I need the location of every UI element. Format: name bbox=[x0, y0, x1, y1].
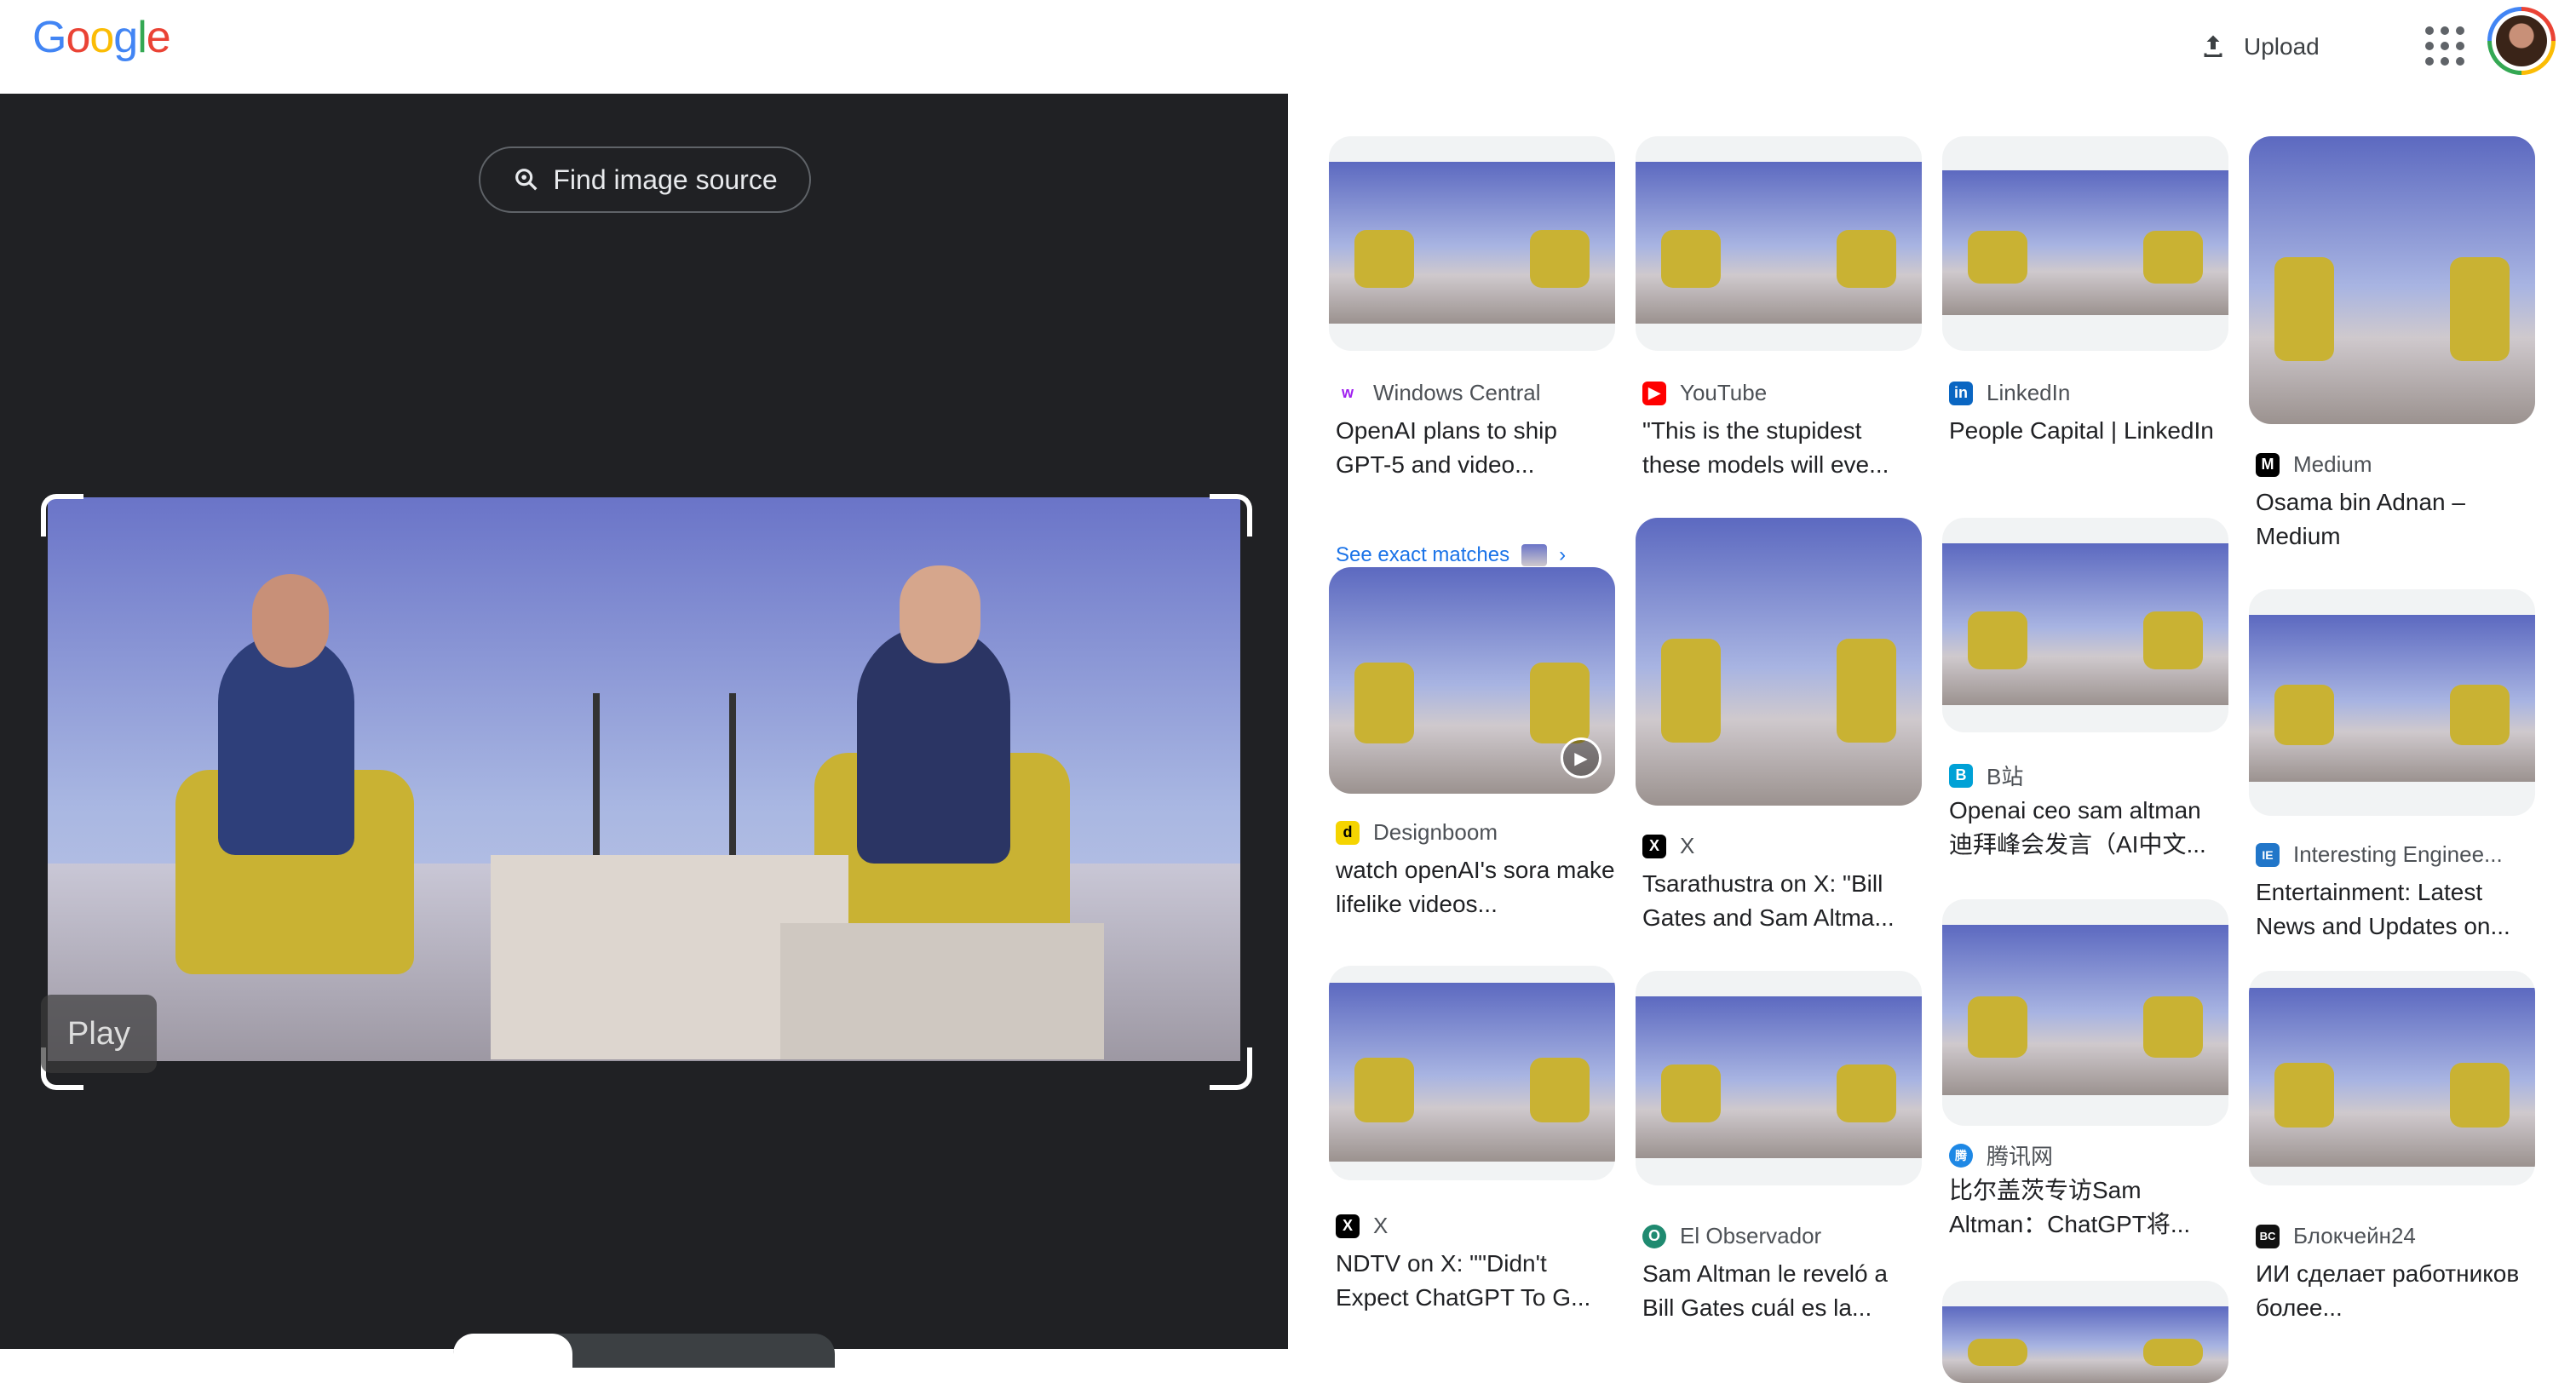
see-exact-matches-link[interactable]: See exact matches › bbox=[1336, 543, 1566, 567]
upload-icon bbox=[2204, 35, 2222, 57]
play-button[interactable]: Play bbox=[41, 995, 157, 1073]
top-bar: Google Upload bbox=[0, 0, 2576, 94]
result-source: 腾腾讯网 bbox=[1949, 1139, 2053, 1171]
result-source: in LinkedIn bbox=[1949, 380, 2070, 406]
apps-grid-icon[interactable] bbox=[2421, 22, 2469, 70]
result-title[interactable]: ИИ сделает работников более... bbox=[2256, 1257, 2537, 1325]
lens-search-icon bbox=[515, 169, 538, 191]
result-thumbnail[interactable] bbox=[2249, 136, 2535, 424]
google-logo[interactable]: Google bbox=[32, 12, 171, 63]
result-title[interactable]: People Capital | LinkedIn bbox=[1949, 414, 2230, 448]
windows-central-icon: w bbox=[1336, 381, 1360, 405]
result-thumbnail[interactable] bbox=[1329, 136, 1615, 351]
result-title[interactable]: "This is the stupidest these models will… bbox=[1642, 414, 1923, 482]
visual-matches-grid: w Windows Central OpenAI plans to ship GP… bbox=[1288, 94, 2576, 1383]
x-icon: X bbox=[1642, 834, 1666, 858]
result-title[interactable]: NDTV on X: ""Didn't Expect ChatGPT To G.… bbox=[1336, 1247, 1617, 1315]
result-thumbnail[interactable] bbox=[1942, 518, 2228, 732]
result-source: IE Interesting Enginee... bbox=[2256, 841, 2503, 868]
result-source: w Windows Central bbox=[1336, 380, 1541, 406]
selected-image-preview[interactable] bbox=[48, 497, 1240, 1061]
crop-handle-bottom-right[interactable] bbox=[1210, 1047, 1252, 1090]
blockchain24-icon: BC bbox=[2256, 1224, 2280, 1248]
result-source: ▶ YouTube bbox=[1642, 380, 1767, 406]
medium-icon: M bbox=[2256, 452, 2280, 477]
result-thumbnail[interactable] bbox=[1942, 1281, 2228, 1383]
result-source: d Designboom bbox=[1336, 819, 1498, 846]
youtube-icon: ▶ bbox=[1642, 381, 1666, 405]
result-source: BC Блокчейн24 bbox=[2256, 1223, 2416, 1249]
interesting-engineering-icon: IE bbox=[2256, 842, 2280, 867]
result-source: O El Observador bbox=[1642, 1223, 1821, 1249]
bilibili-icon: B bbox=[1949, 763, 1973, 788]
find-image-source-label: Find image source bbox=[553, 164, 778, 195]
result-title[interactable]: Entertainment: Latest News and Updates o… bbox=[2256, 875, 2537, 944]
exact-match-thumbnail bbox=[1521, 544, 1548, 566]
crop-handle-top-left[interactable] bbox=[41, 494, 83, 537]
mode-toggle[interactable] bbox=[453, 1334, 835, 1368]
designboom-icon: d bbox=[1336, 820, 1360, 845]
crop-handle-top-right[interactable] bbox=[1210, 494, 1252, 537]
upload-button[interactable]: Upload bbox=[2198, 19, 2320, 75]
video-play-icon: ▶ bbox=[1561, 737, 1601, 778]
result-thumbnail[interactable] bbox=[1942, 899, 2228, 1126]
result-thumbnail[interactable] bbox=[2249, 971, 2535, 1185]
linkedin-icon: in bbox=[1949, 381, 1973, 405]
result-thumbnail[interactable] bbox=[1636, 518, 1922, 806]
result-title[interactable]: Tsarathustra on X: "Bill Gates and Sam A… bbox=[1642, 867, 1923, 935]
chevron-right-icon: › bbox=[1559, 543, 1567, 566]
tencent-news-icon: 腾 bbox=[1949, 1143, 1973, 1168]
result-thumbnail[interactable] bbox=[1942, 136, 2228, 351]
account-avatar[interactable] bbox=[2487, 7, 2556, 75]
result-thumbnail[interactable] bbox=[2249, 589, 2535, 816]
result-source: B B站 bbox=[1949, 760, 2023, 791]
result-thumbnail[interactable]: ▶ bbox=[1329, 567, 1615, 794]
result-title[interactable]: watch openAI's sora make lifelike videos… bbox=[1336, 853, 1617, 921]
find-image-source-button[interactable]: Find image source bbox=[479, 146, 811, 213]
result-thumbnail[interactable] bbox=[1636, 136, 1922, 351]
result-source: XX bbox=[1642, 833, 1694, 859]
result-title[interactable]: Sam Altman le reveló a Bill Gates cuál e… bbox=[1642, 1257, 1923, 1325]
x-icon: X bbox=[1336, 1214, 1360, 1238]
result-thumbnail[interactable] bbox=[1636, 971, 1922, 1185]
source-image-panel: Find image source Play bbox=[0, 94, 1288, 1368]
result-title[interactable]: OpenAI plans to ship GPT-5 and video... bbox=[1336, 414, 1617, 482]
result-thumbnail[interactable] bbox=[1329, 966, 1615, 1180]
mode-toggle-active[interactable] bbox=[453, 1334, 572, 1368]
result-title[interactable]: Openai ceo sam altman 迪拜峰会发言（AI中文... bbox=[1949, 794, 2230, 862]
result-title[interactable]: 比尔盖茨专访Sam Altman：ChatGPT将... bbox=[1949, 1174, 2230, 1242]
result-source: M Medium bbox=[2256, 451, 2372, 478]
upload-label: Upload bbox=[2244, 33, 2320, 60]
el-observador-icon: O bbox=[1642, 1224, 1666, 1248]
result-title[interactable]: Osama bin Adnan – Medium bbox=[2256, 485, 2537, 554]
result-source: XX bbox=[1336, 1213, 1388, 1239]
